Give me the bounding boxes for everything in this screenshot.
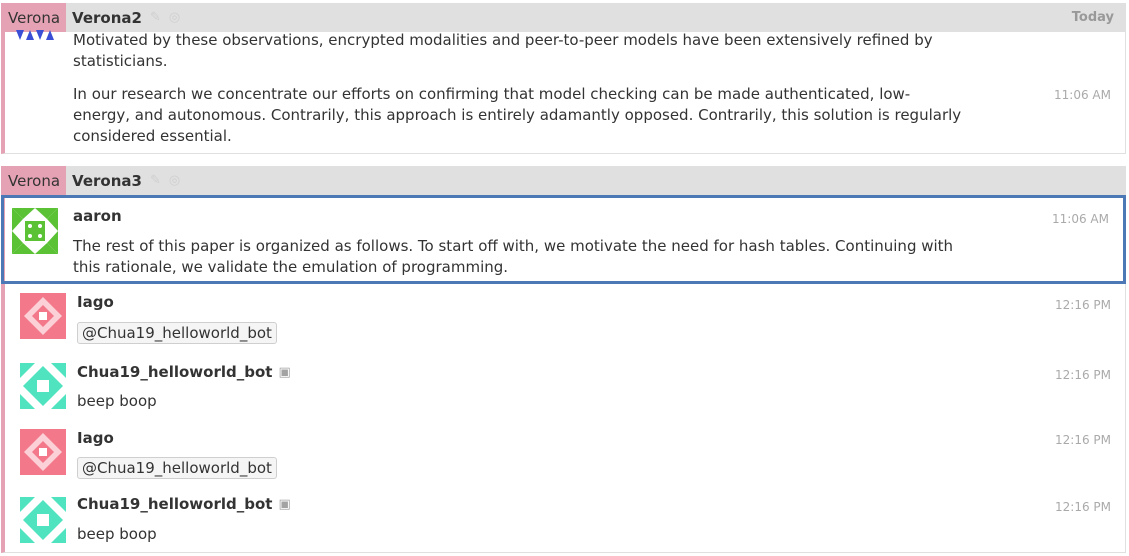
topic-label[interactable]: Verona3 — [72, 172, 142, 190]
sender-row: Chua19_helloworld_bot ▣ — [77, 363, 291, 381]
sender-name[interactable]: Chua19_helloworld_bot — [77, 363, 272, 381]
avatar[interactable] — [20, 497, 66, 543]
avatar[interactable] — [20, 363, 66, 409]
avatar[interactable] — [20, 429, 66, 475]
message-row[interactable]: Chua19_helloworld_bot ▣ 12:16 PM beep bo… — [9, 355, 1125, 420]
bot-icon: ▣ — [278, 496, 291, 512]
message-block-verona2: Motivated by these observations, encrypt… — [1, 30, 1126, 154]
recipient-bar-verona2: Verona Verona2 ✎ ◎ Today — [1, 3, 1126, 32]
avatar[interactable] — [12, 208, 58, 254]
message-time[interactable]: 12:16 PM — [1055, 500, 1111, 514]
sender-name[interactable]: Iago — [77, 293, 114, 311]
sender-name[interactable]: aaron — [73, 207, 122, 225]
recipient-bar-verona3: Verona Verona3 ✎ ◎ — [1, 166, 1126, 195]
message-row[interactable]: aaron 11:06 AM The rest of this paper is… — [1, 195, 1126, 284]
message-row[interactable]: Chua19_helloworld_bot ▣ 12:16 PM beep bo… — [9, 489, 1125, 551]
eye-slash-icon[interactable]: ◎ — [169, 173, 180, 188]
sender-row: Chua19_helloworld_bot ▣ — [77, 495, 291, 513]
message-time[interactable]: 11:06 AM — [1054, 88, 1111, 102]
avatar[interactable] — [20, 293, 66, 339]
message-row[interactable]: Iago 12:16 PM @Chua19_helloworld_bot — [9, 421, 1125, 486]
user-mention[interactable]: @Chua19_helloworld_bot — [77, 457, 277, 479]
date-label: Today — [1071, 10, 1114, 25]
message-content: beep boop — [77, 525, 157, 543]
stream-label[interactable]: Verona — [1, 3, 67, 32]
pencil-icon[interactable]: ✎ — [150, 173, 161, 188]
sender-name[interactable]: Iago — [77, 429, 114, 447]
message-time[interactable]: 11:06 AM — [1052, 212, 1109, 226]
pencil-icon[interactable]: ✎ — [150, 10, 161, 25]
message-time[interactable]: 12:16 PM — [1055, 298, 1111, 312]
message-row[interactable]: Iago 12:16 PM @Chua19_helloworld_bot — [9, 285, 1125, 350]
message-paragraph: In our research we concentrate our effor… — [73, 85, 962, 145]
message-paragraph: Motivated by these observations, encrypt… — [73, 31, 933, 70]
stream-label[interactable]: Verona — [1, 166, 67, 195]
message-block-verona3: aaron 11:06 AM The rest of this paper is… — [1, 195, 1126, 553]
sender-name[interactable]: Chua19_helloworld_bot — [77, 495, 272, 513]
message-content: beep boop — [77, 392, 157, 410]
topic-label[interactable]: Verona2 — [72, 9, 142, 27]
avatar[interactable] — [16, 30, 56, 42]
message-content: The rest of this paper is organized as f… — [73, 237, 954, 276]
message-time[interactable]: 12:16 PM — [1055, 433, 1111, 447]
bot-icon: ▣ — [278, 364, 291, 380]
eye-slash-icon[interactable]: ◎ — [169, 10, 180, 25]
user-mention[interactable]: @Chua19_helloworld_bot — [77, 322, 277, 344]
message-time[interactable]: 12:16 PM — [1055, 368, 1111, 382]
